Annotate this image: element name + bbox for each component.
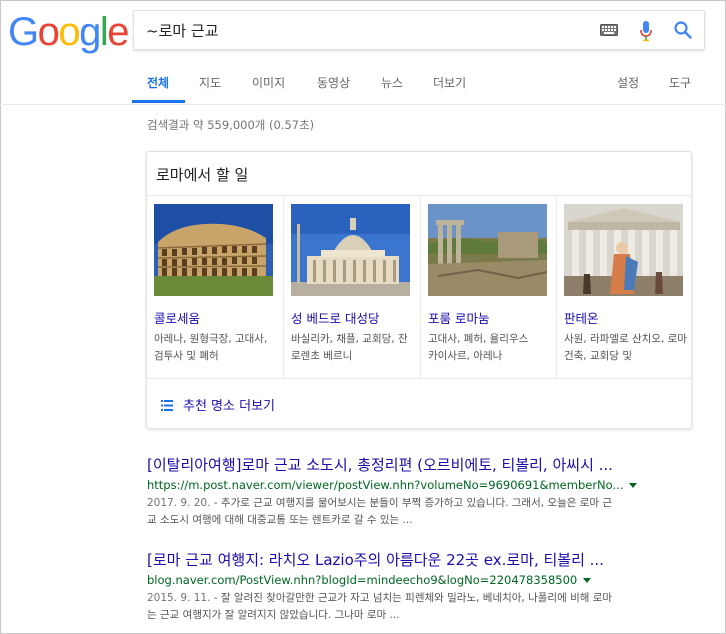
logo-letter: G [8,10,39,54]
result-date: 2015. 9. 11. [147,592,211,604]
card-title: 로마에서 할 일 [156,166,249,184]
place-description: 아레나, 원형극장, 고대사, 검투사 및 폐허 [154,333,268,362]
place-pantheon[interactable]: 판테온 사원, 라파엘로 산치오, 로마 건축, 교회당 및 [557,196,693,378]
place-name: 성 베드로 대성당 [291,311,380,326]
result-url-text: https://m.post.naver.com/viewer/postView… [147,478,624,492]
tab-videos[interactable]: 동영상 [317,74,350,91]
place-description: 고대사, 폐허, 율리우스 카이사르, 아레나 [428,333,529,362]
result-date: 2017. 9. 20. [147,497,211,509]
things-to-do-card: 로마에서 할 일 콜로세움 아레나, 원형극장, 고대사, 검투사 및 폐허 성… [146,151,692,429]
logo-letter: g [79,10,101,54]
result-snippet: 2017. 9. 20. - 추가로 근교 여행지를 물어보시는 분들이 부쩍 … [147,495,707,529]
result-url: https://m.post.naver.com/viewer/postView… [147,477,707,493]
tab-all[interactable]: 전체 [147,74,169,91]
logo-letter: l [99,10,109,54]
snippet-text: - 잘 알려진 찾아갈만한 근교가 자고 넘치는 피렌체와 밀라노, 베네치아,… [210,592,613,604]
logo-letter: o [37,10,60,54]
place-description: 바실리카, 채플, 교회당, 잔 로렌초 베르니 [291,333,408,362]
logo-letter: o [58,10,80,54]
place-name: 포룸 로마눔 [428,311,490,326]
colosseum-image [154,204,273,296]
pantheon-image [564,204,683,296]
url-dropdown-icon[interactable] [583,578,592,583]
place-name: 판테온 [564,311,599,326]
place-roman-forum[interactable]: 포룸 로마눔 고대사, 폐허, 율리우스 카이사르, 아레나 [421,196,557,378]
divider [147,378,691,379]
search-icon[interactable] [673,20,693,40]
active-tab-indicator [132,100,185,103]
search-tabs: 전체 지도 이미지 동영상 뉴스 더보기 설정 도구 [0,62,726,105]
place-st-peters-basilica[interactable]: 성 베드로 대성당 바실리카, 채플, 교회당, 잔 로렌초 베르니 [284,196,420,378]
snippet-text: - 추가로 근교 여행지를 물어보시는 분들이 부쩍 증가하고 있습니다. 그래… [210,497,613,509]
tab-settings[interactable]: 설정 [617,74,639,91]
search-result: [이탈리아여행]로마 근교 소도시, 총정리편 (오르비에토, 티볼리, 아씨시… [147,455,707,529]
keyboard-icon[interactable] [600,24,618,36]
roman-forum-image [428,204,547,296]
result-title-link[interactable]: [로마 근교 여행지: 라치오 Lazio주의 아름다운 22곳 ex.로마, … [147,550,707,570]
result-snippet: 2015. 9. 11. - 잘 알려진 찾아갈만한 근교가 자고 넘치는 피렌… [147,590,707,624]
more-attractions-link[interactable]: 추천 명소 더보기 [161,395,275,414]
result-title-link[interactable]: [이탈리아여행]로마 근교 소도시, 총정리편 (오르비에토, 티볼리, 아씨시… [147,455,707,475]
search-box [133,10,705,50]
search-input[interactable] [146,17,586,43]
tab-maps[interactable]: 지도 [199,74,221,91]
tab-images[interactable]: 이미지 [252,74,285,91]
search-result: [로마 근교 여행지: 라치오 Lazio주의 아름다운 22곳 ex.로마, … [147,550,707,624]
tab-more[interactable]: 더보기 [433,74,466,91]
microphone-icon[interactable] [639,20,653,42]
snippet-text: 는 근교 여행지가 잘 알려지지 않았습니다. 그나마 로마 ... [147,609,400,621]
st-peters-image [291,204,410,296]
url-dropdown-icon[interactable] [629,483,638,488]
place-description: 사원, 라파엘로 산치오, 로마 건축, 교회당 및 [564,333,687,362]
google-logo[interactable]: Google [8,8,129,56]
snippet-text: 교 소도시 여행에 대해 대중교통 또는 렌트카로 갈 수 있는 ... [147,514,413,526]
tab-tools[interactable]: 도구 [669,74,691,91]
result-stats: 검색결과 약 559,000개 (0.57초) [147,118,315,132]
result-url-text: blog.naver.com/PostView.nhn?blogId=minde… [147,573,578,587]
logo-letter: e [107,10,129,54]
result-url: blog.naver.com/PostView.nhn?blogId=minde… [147,572,707,588]
tab-news[interactable]: 뉴스 [381,74,403,91]
place-colosseum[interactable]: 콜로세움 아레나, 원형극장, 고대사, 검투사 및 폐허 [147,196,283,378]
more-attractions-label: 추천 명소 더보기 [183,399,275,414]
list-icon [161,400,173,411]
place-name: 콜로세움 [154,311,201,326]
